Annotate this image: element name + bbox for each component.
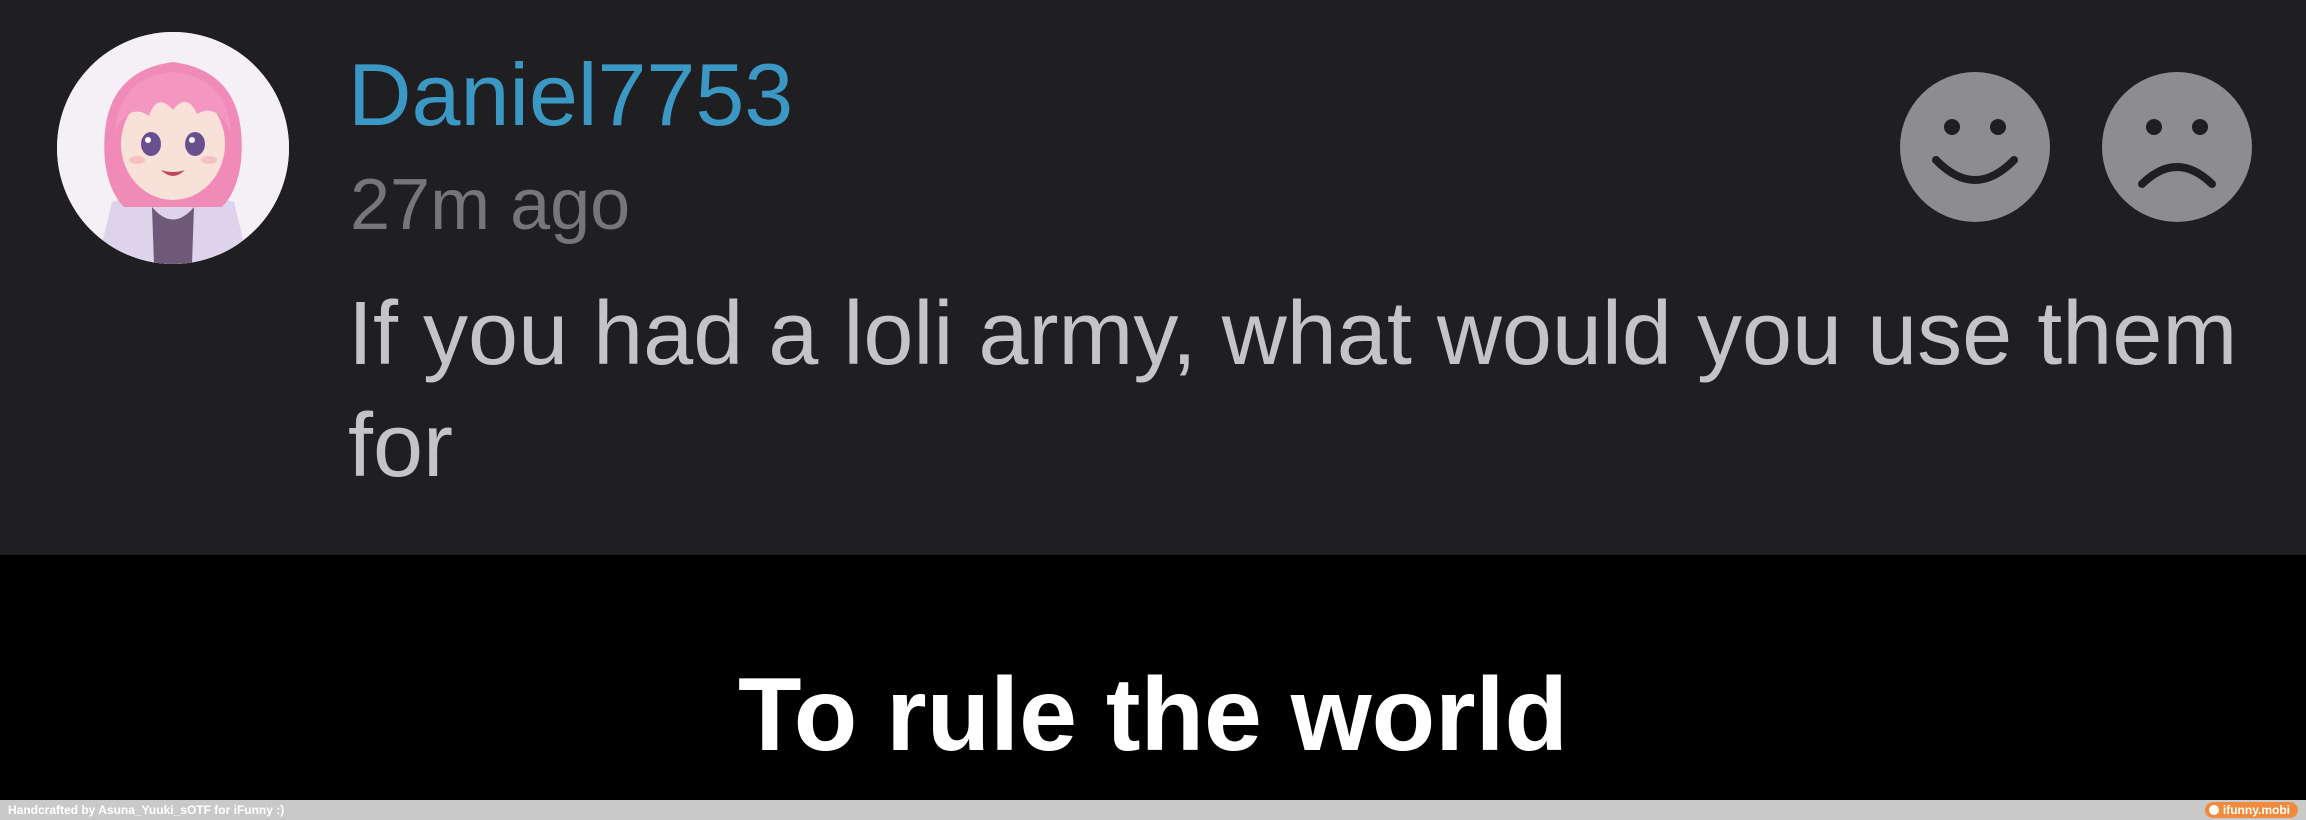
- frown-button[interactable]: [2102, 72, 2252, 222]
- ifunny-site-label: ifunny.mobi: [2222, 803, 2290, 817]
- comment-text: If you had a loli army, what would you u…: [348, 284, 2238, 496]
- smile-button[interactable]: [1900, 72, 2050, 222]
- avatar-anime-girl-icon: [57, 32, 289, 264]
- comment-panel: Daniel7753 27m ago If you had a loli arm…: [0, 0, 2306, 555]
- footer-bar: Handcrafted by Asuna_Yuuki_sOTF for iFun…: [0, 800, 2306, 820]
- ifunny-logo[interactable]: ifunny.mobi: [2204, 802, 2298, 818]
- username[interactable]: Daniel7753: [348, 40, 793, 150]
- smile-icon: [1932, 119, 2018, 184]
- caption-area: To rule the world: [0, 555, 2306, 800]
- timestamp: 27m ago: [350, 165, 631, 245]
- avatar[interactable]: [57, 32, 289, 264]
- frown-icon: [2138, 119, 2216, 188]
- footer-credit: Handcrafted by Asuna_Yuuki_sOTF for iFun…: [8, 803, 285, 817]
- ifunny-logo-icon: [2208, 805, 2219, 815]
- caption-text: To rule the world: [737, 657, 1569, 773]
